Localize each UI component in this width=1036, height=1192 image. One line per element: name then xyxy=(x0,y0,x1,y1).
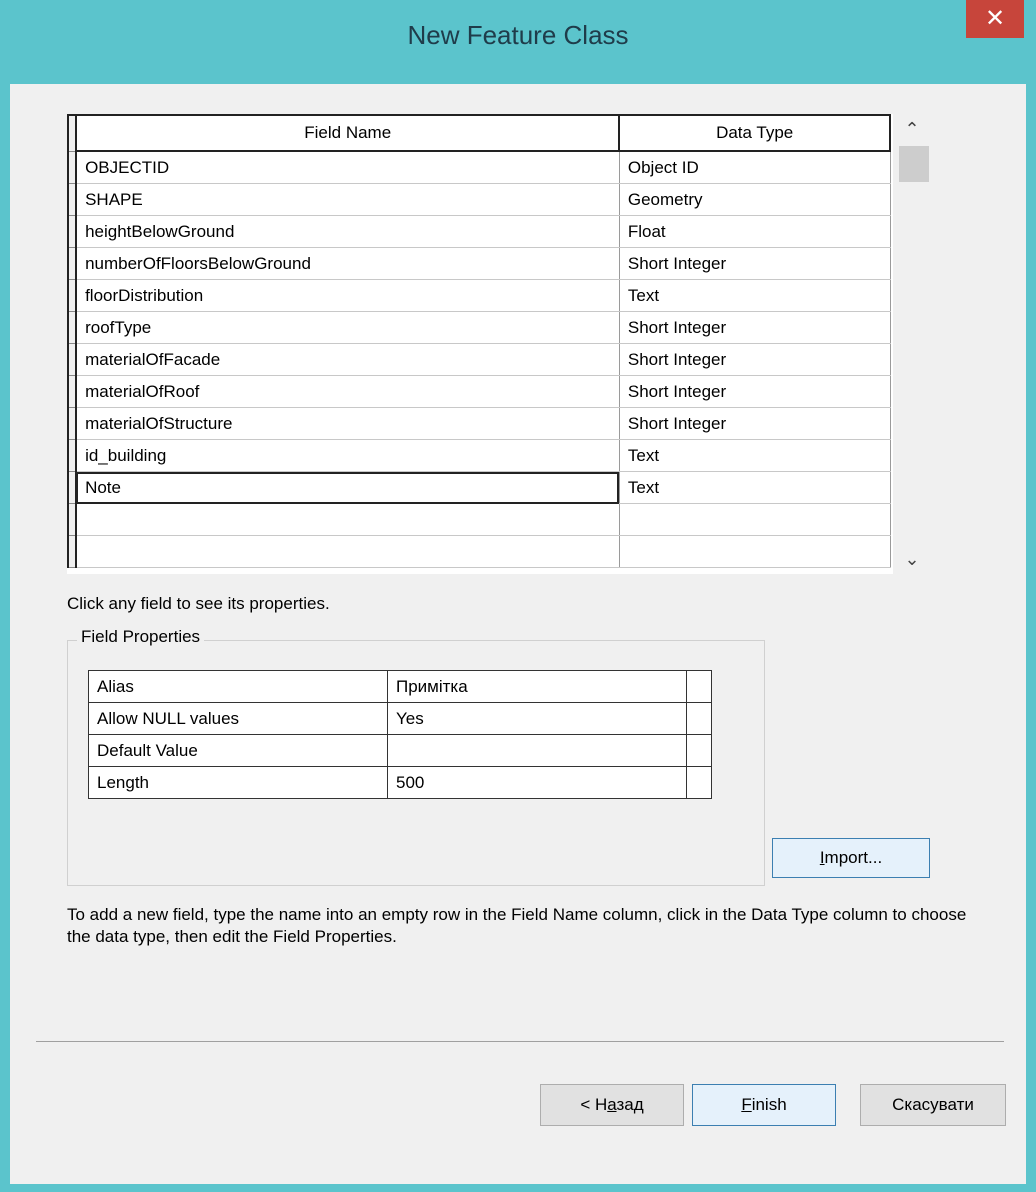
property-name: Default Value xyxy=(88,734,388,767)
property-value[interactable]: Примітка xyxy=(387,670,687,703)
table-row[interactable]: materialOfFacade Short Integer xyxy=(67,343,891,376)
table-row[interactable]: OBJECTID Object ID xyxy=(67,151,891,184)
field-name-cell[interactable]: OBJECTID xyxy=(76,151,620,184)
dialog-body: Field Name Data Type OBJECTID Object ID S… xyxy=(10,84,1026,1184)
field-name-cell[interactable]: roofType xyxy=(76,311,620,344)
table-row[interactable]: floorDistribution Text xyxy=(67,279,891,312)
row-selector[interactable] xyxy=(67,407,78,440)
data-type-cell[interactable] xyxy=(619,503,891,536)
property-name: Allow NULL values xyxy=(88,702,388,735)
title-bar: New Feature Class ✕ xyxy=(0,0,1036,84)
field-name-cell-active[interactable]: Note xyxy=(76,471,620,504)
row-selector[interactable] xyxy=(67,247,78,280)
table-row-empty[interactable] xyxy=(67,535,891,568)
data-type-cell[interactable]: Short Integer xyxy=(619,247,891,280)
field-name-cell[interactable]: SHAPE xyxy=(76,183,620,216)
table-row[interactable]: heightBelowGround Float xyxy=(67,215,891,248)
property-row[interactable]: Length 500 xyxy=(88,766,712,799)
property-row[interactable]: Allow NULL values Yes xyxy=(88,702,712,735)
property-value[interactable]: Yes xyxy=(387,702,687,735)
table-row[interactable]: id_building Text xyxy=(67,439,891,472)
row-selector[interactable] xyxy=(67,279,78,312)
property-extra-cell xyxy=(686,766,712,799)
data-type-cell[interactable]: Text xyxy=(619,279,891,312)
data-type-cell[interactable]: Text xyxy=(619,471,891,504)
footer-divider xyxy=(36,1041,1004,1042)
row-selector[interactable] xyxy=(67,311,78,344)
row-selector[interactable] xyxy=(67,535,78,568)
field-name-cell[interactable]: materialOfRoof xyxy=(76,375,620,408)
back-label-post: зад xyxy=(616,1095,644,1114)
table-row-empty[interactable] xyxy=(67,503,891,536)
data-type-cell[interactable]: Short Integer xyxy=(619,311,891,344)
row-selector[interactable] xyxy=(67,503,78,536)
properties-hint: Click any field to see its properties. xyxy=(67,594,330,613)
data-type-cell[interactable]: Float xyxy=(619,215,891,248)
data-type-cell[interactable]: Short Integer xyxy=(619,343,891,376)
table-row[interactable]: materialOfStructure Short Integer xyxy=(67,407,891,440)
finish-button[interactable]: Finish xyxy=(692,1084,836,1126)
field-name-cell[interactable]: id_building xyxy=(76,439,620,472)
field-properties-table: Alias Примітка Allow NULL values Yes Defau… xyxy=(88,670,712,799)
field-name-cell[interactable]: floorDistribution xyxy=(76,279,620,312)
field-properties-label: Field Properties xyxy=(77,627,205,647)
property-name: Length xyxy=(88,766,388,799)
property-name: Alias xyxy=(88,670,388,703)
fields-grid: Field Name Data Type OBJECTID Object ID S… xyxy=(67,114,893,574)
row-selector-header xyxy=(67,114,78,152)
property-value[interactable]: 500 xyxy=(387,766,687,799)
data-type-cell[interactable]: Geometry xyxy=(619,183,891,216)
import-label: mport... xyxy=(824,848,883,867)
data-type-cell[interactable]: Text xyxy=(619,439,891,472)
property-extra-cell xyxy=(686,702,712,735)
row-selector[interactable] xyxy=(67,151,78,184)
property-extra-cell xyxy=(686,670,712,703)
property-row[interactable]: Default Value xyxy=(88,734,712,767)
column-header-field-name[interactable]: Field Name xyxy=(75,114,621,152)
table-row-selected[interactable]: Note Text xyxy=(67,471,891,504)
property-extra-cell xyxy=(686,734,712,767)
data-type-cell[interactable]: Object ID xyxy=(619,151,891,184)
table-row[interactable]: SHAPE Geometry xyxy=(67,183,891,216)
scroll-down-icon[interactable]: ⌄ xyxy=(894,544,930,574)
field-name-cell[interactable]: heightBelowGround xyxy=(76,215,620,248)
property-value[interactable] xyxy=(387,734,687,767)
property-row[interactable]: Alias Примітка xyxy=(88,670,712,703)
grid-scrollbar[interactable]: ⌃ ⌄ xyxy=(894,114,930,574)
field-name-cell[interactable] xyxy=(76,503,620,536)
table-row[interactable]: numberOfFloorsBelowGround Short Integer xyxy=(67,247,891,280)
finish-accel: F xyxy=(741,1095,752,1114)
back-label-pre: < Н xyxy=(580,1095,608,1114)
row-selector[interactable] xyxy=(67,215,78,248)
instructions-text: To add a new field, type the name into a… xyxy=(67,905,967,946)
column-header-data-type[interactable]: Data Type xyxy=(618,114,891,152)
row-selector[interactable] xyxy=(67,439,78,472)
back-accel: а xyxy=(607,1095,617,1114)
back-button[interactable]: < Назад xyxy=(540,1084,684,1126)
field-name-cell[interactable]: materialOfStructure xyxy=(76,407,620,440)
row-selector[interactable] xyxy=(67,375,78,408)
cancel-button[interactable]: Скасувати xyxy=(860,1084,1006,1126)
fields-table: Field Name Data Type OBJECTID Object ID S… xyxy=(67,114,891,568)
grid-header-row: Field Name Data Type xyxy=(67,114,891,152)
table-row[interactable]: materialOfRoof Short Integer xyxy=(67,375,891,408)
field-name-cell[interactable]: numberOfFloorsBelowGround xyxy=(76,247,620,280)
row-selector[interactable] xyxy=(67,343,78,376)
field-name-cell[interactable]: materialOfFacade xyxy=(76,343,620,376)
scroll-thumb[interactable] xyxy=(899,146,929,182)
import-button[interactable]: Import... xyxy=(772,838,930,878)
data-type-cell[interactable]: Short Integer xyxy=(619,407,891,440)
field-name-cell[interactable] xyxy=(76,535,620,568)
scroll-up-icon[interactable]: ⌃ xyxy=(894,114,930,144)
table-row[interactable]: roofType Short Integer xyxy=(67,311,891,344)
data-type-cell[interactable] xyxy=(619,535,891,568)
data-type-cell[interactable]: Short Integer xyxy=(619,375,891,408)
close-button[interactable]: ✕ xyxy=(966,0,1024,38)
row-selector[interactable] xyxy=(67,183,78,216)
row-selector[interactable] xyxy=(67,471,78,504)
window-title: New Feature Class xyxy=(407,20,629,50)
finish-label-post: inish xyxy=(751,1095,787,1114)
